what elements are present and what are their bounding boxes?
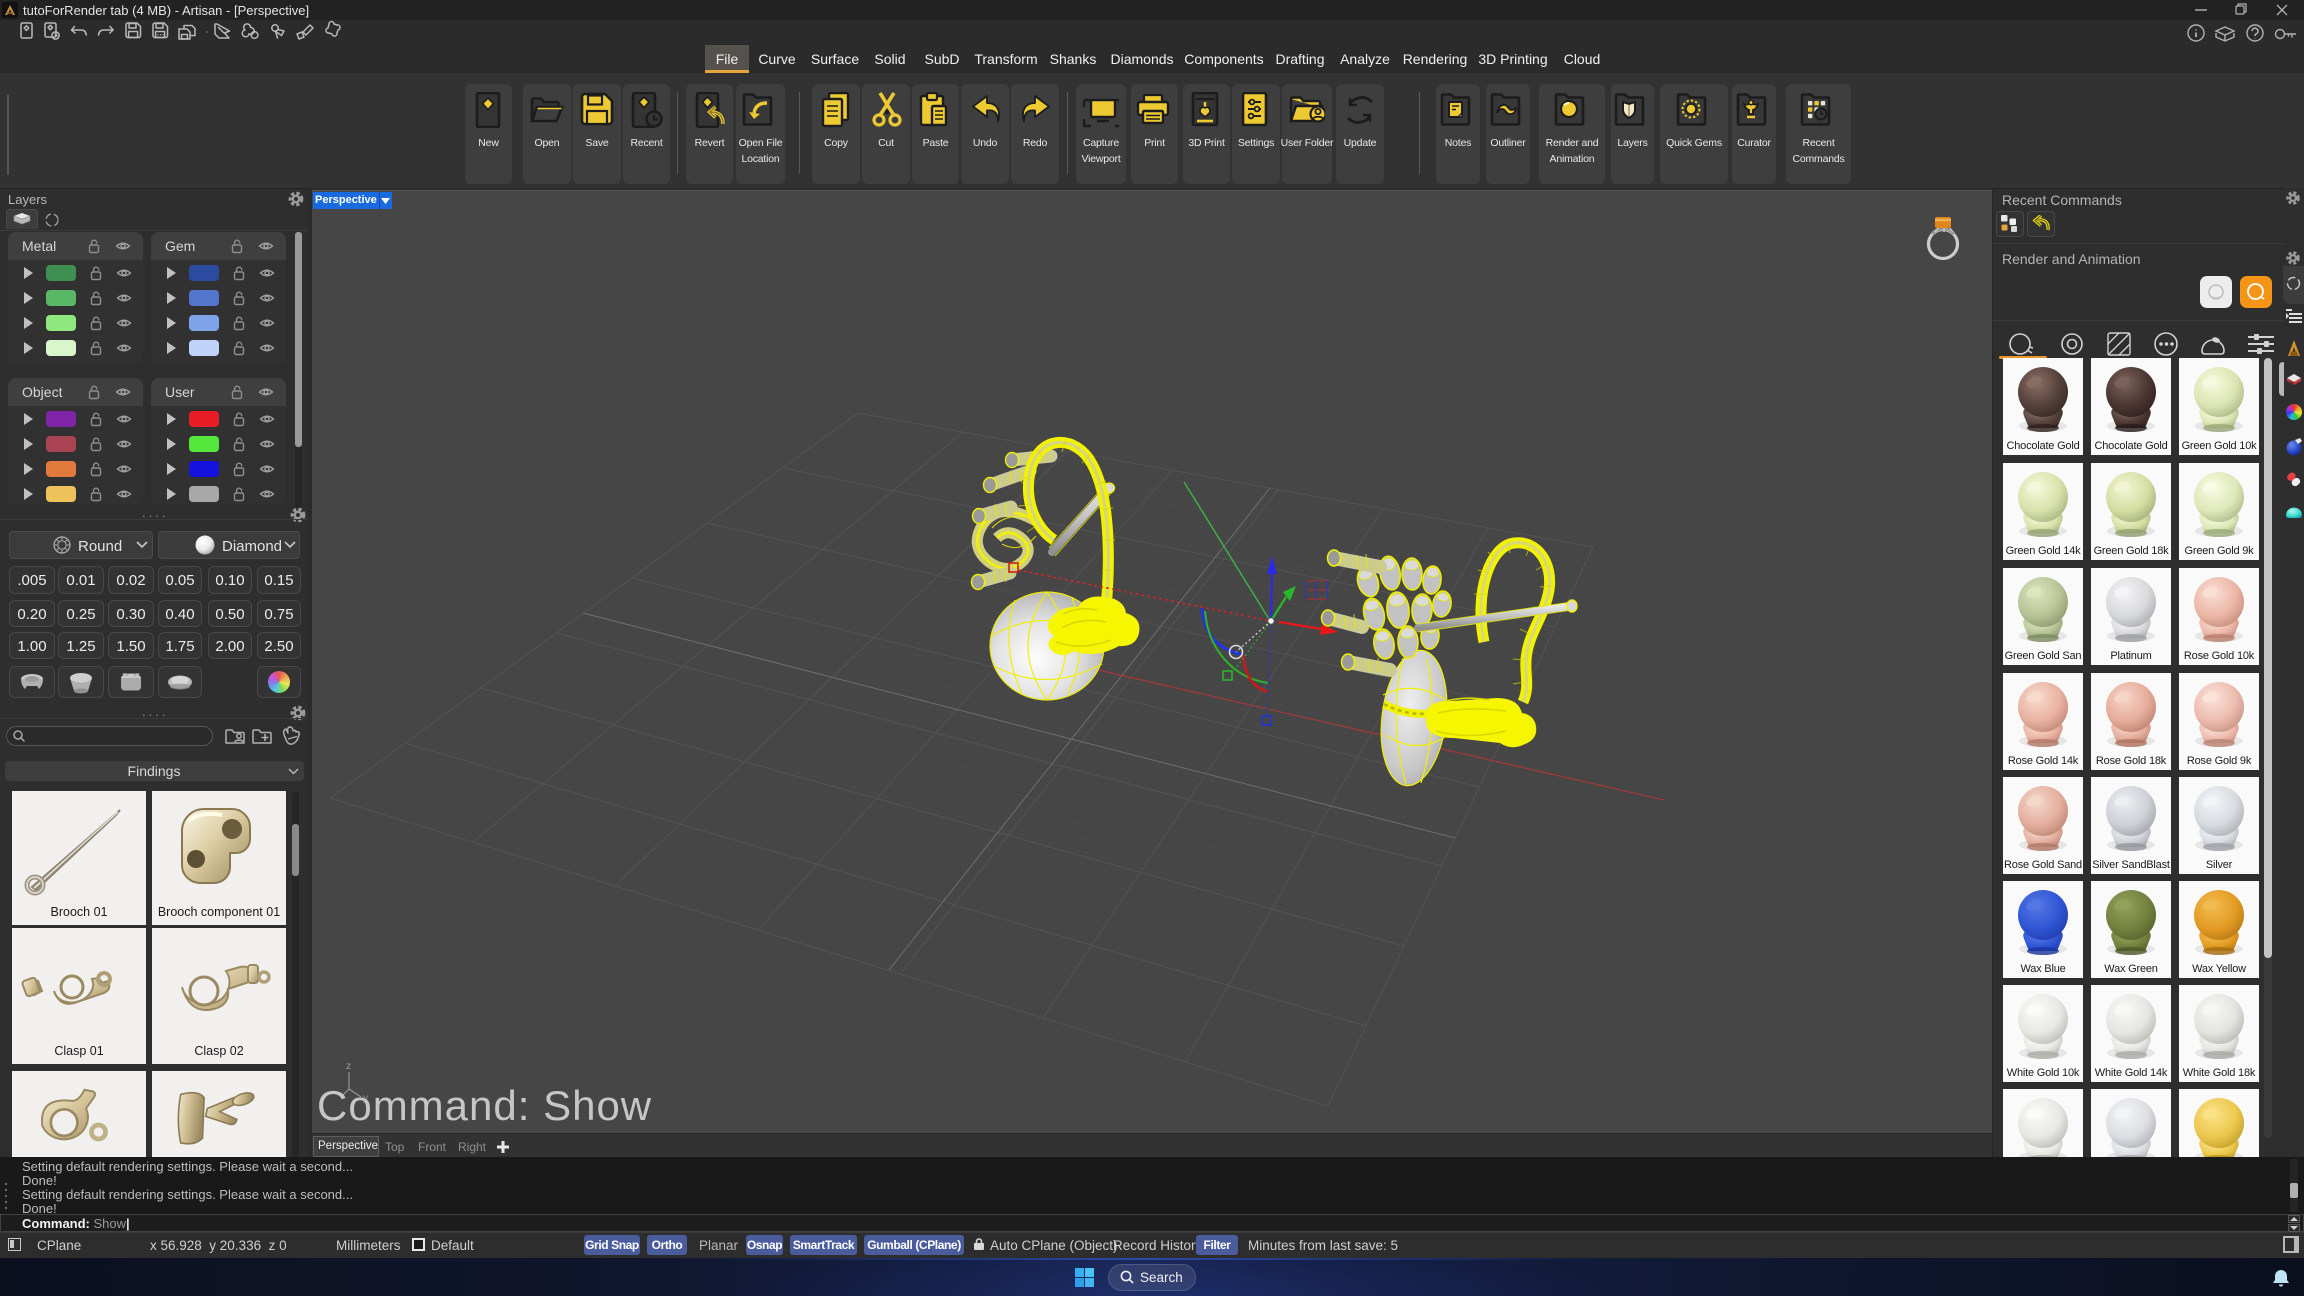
svg-text:z: z bbox=[346, 1061, 351, 1072]
